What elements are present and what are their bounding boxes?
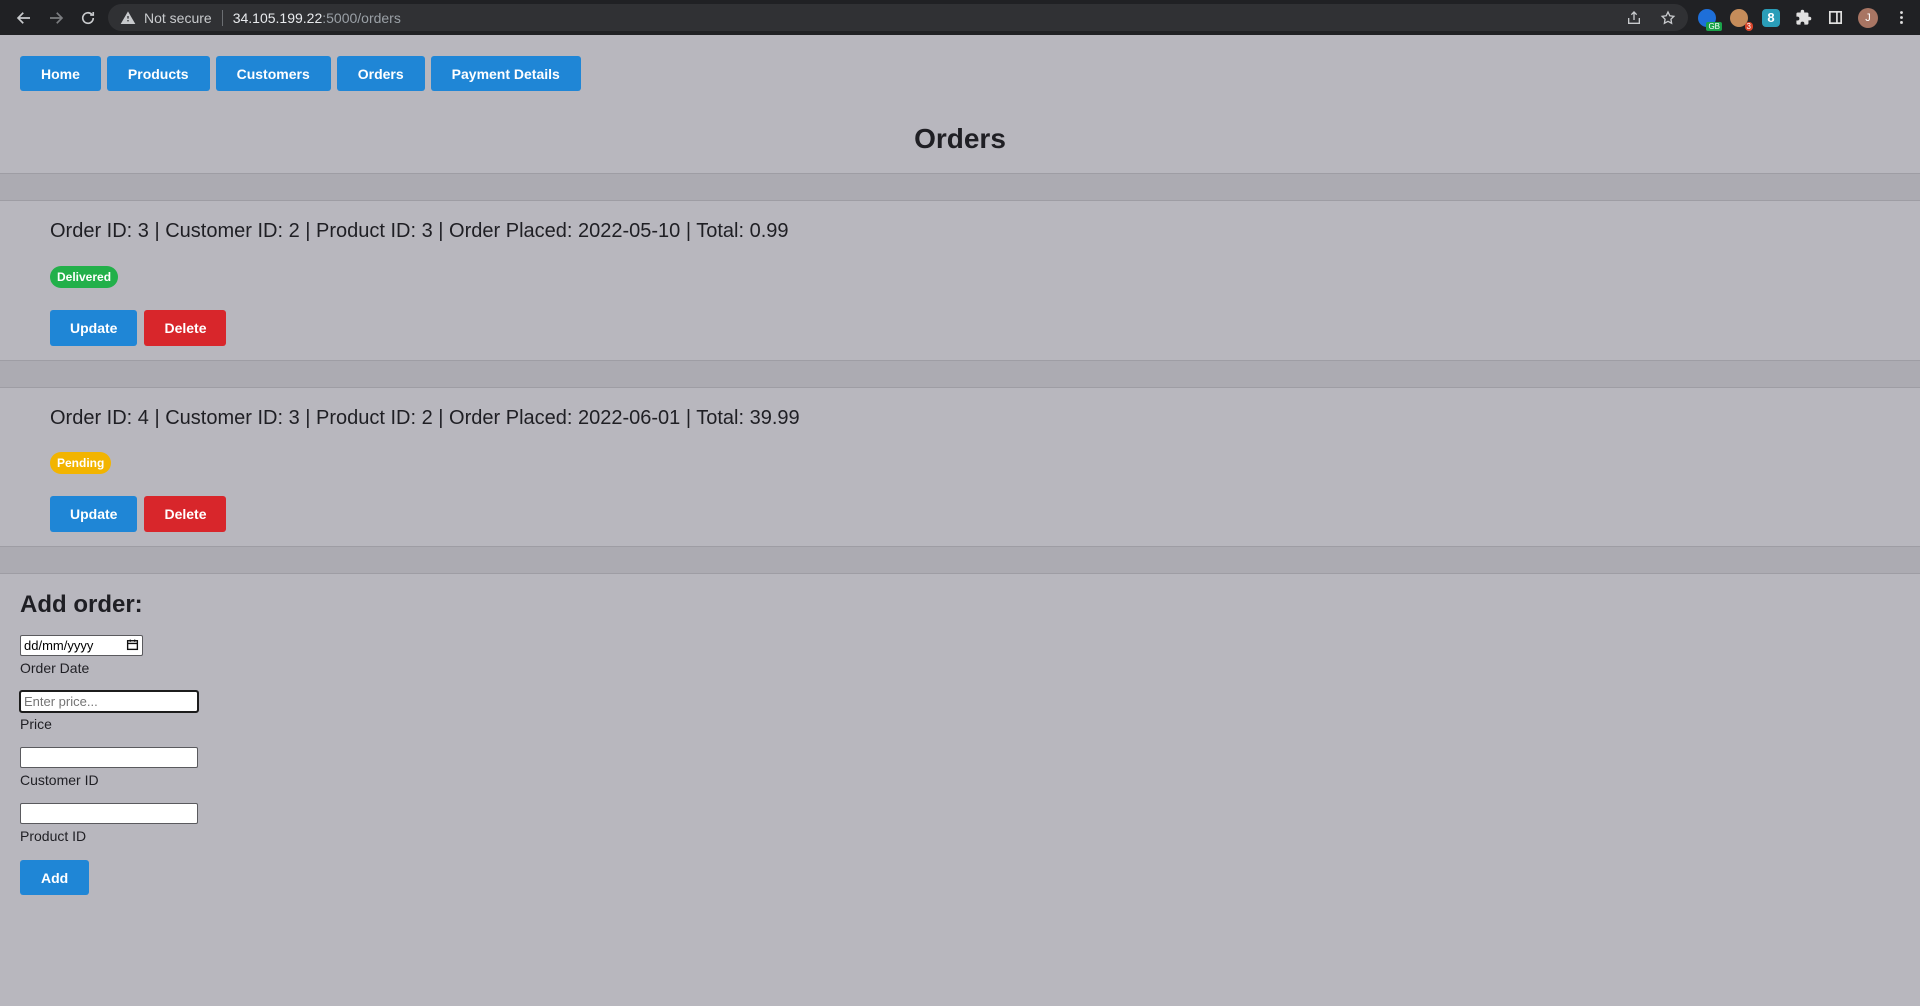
security-label: Not secure (144, 9, 212, 26)
product-id-input[interactable] (20, 803, 198, 824)
main-nav: Home Products Customers Orders Payment D… (20, 56, 581, 91)
page-title: Orders (914, 123, 1006, 154)
profile-avatar[interactable]: J (1858, 7, 1878, 28)
extensions-puzzle-icon[interactable] (1794, 9, 1812, 27)
customer-id-input[interactable] (20, 747, 198, 768)
status-badge: Pending (50, 452, 112, 474)
nav-orders-button[interactable]: Orders (336, 56, 425, 91)
warning-triangle-icon (120, 10, 136, 24)
price-field-group: Price (19, 690, 199, 732)
address-separator (221, 9, 223, 26)
divider (0, 360, 1920, 388)
url-host: 34.105.199.22 (232, 9, 323, 26)
back-arrow-icon[interactable] (10, 4, 38, 32)
extension-1-badge: GB (1706, 21, 1722, 31)
order-actions: Update Delete (50, 496, 227, 532)
order-date-field-group: Order Date (20, 635, 143, 676)
divider (0, 173, 1920, 201)
url-path: :5000/orders (322, 9, 401, 26)
update-order-button[interactable]: Update (50, 496, 138, 532)
bookmark-star-icon[interactable] (1660, 9, 1676, 26)
price-label: Price (20, 716, 52, 732)
order-summary: Order ID: 4 | Customer ID: 3 | Product I… (50, 407, 800, 429)
nav-home-button[interactable]: Home (20, 56, 101, 91)
reload-icon[interactable] (74, 4, 102, 32)
status-badge: Delivered (50, 266, 119, 288)
update-order-button[interactable]: Update (50, 310, 138, 346)
address-bar[interactable]: Not secure 34.105.199.22:5000/orders (108, 4, 1688, 31)
delete-order-button[interactable]: Delete (144, 496, 227, 532)
add-order-button[interactable]: Add (20, 860, 90, 895)
order-summary: Order ID: 3 | Customer ID: 2 | Product I… (50, 220, 789, 242)
product-id-label: Product ID (20, 828, 87, 844)
nav-products-button[interactable]: Products (106, 56, 210, 91)
nav-customers-button[interactable]: Customers (215, 56, 331, 91)
divider (0, 546, 1920, 574)
extension-1-icon[interactable]: GB (1698, 8, 1722, 31)
extension-2-badge: 3 (1744, 21, 1753, 31)
nav-payment-details-button[interactable]: Payment Details (430, 56, 581, 91)
browser-toolbar: Not secure 34.105.199.22:5000/orders GB … (0, 0, 1920, 35)
order-date-input[interactable] (20, 635, 143, 656)
forward-arrow-icon[interactable] (42, 4, 70, 32)
share-icon[interactable] (1626, 10, 1642, 26)
extension-2-icon[interactable]: 3 (1730, 8, 1753, 31)
page-content: Home Products Customers Orders Payment D… (0, 35, 1920, 1006)
side-panel-icon[interactable] (1826, 9, 1844, 27)
customer-id-label: Customer ID (20, 772, 99, 788)
add-order-heading: Add order: (20, 591, 143, 618)
browser-menu-icon[interactable] (1892, 9, 1910, 27)
calendar-icon[interactable] (126, 638, 139, 651)
product-id-field-group: Product ID (20, 803, 198, 844)
order-date-label: Order Date (20, 660, 90, 676)
customer-id-field-group: Customer ID (20, 747, 198, 788)
delete-order-button[interactable]: Delete (144, 310, 227, 346)
order-actions: Update Delete (50, 310, 227, 346)
price-input[interactable] (19, 690, 199, 713)
extension-3-icon[interactable]: 8 (1762, 8, 1780, 27)
